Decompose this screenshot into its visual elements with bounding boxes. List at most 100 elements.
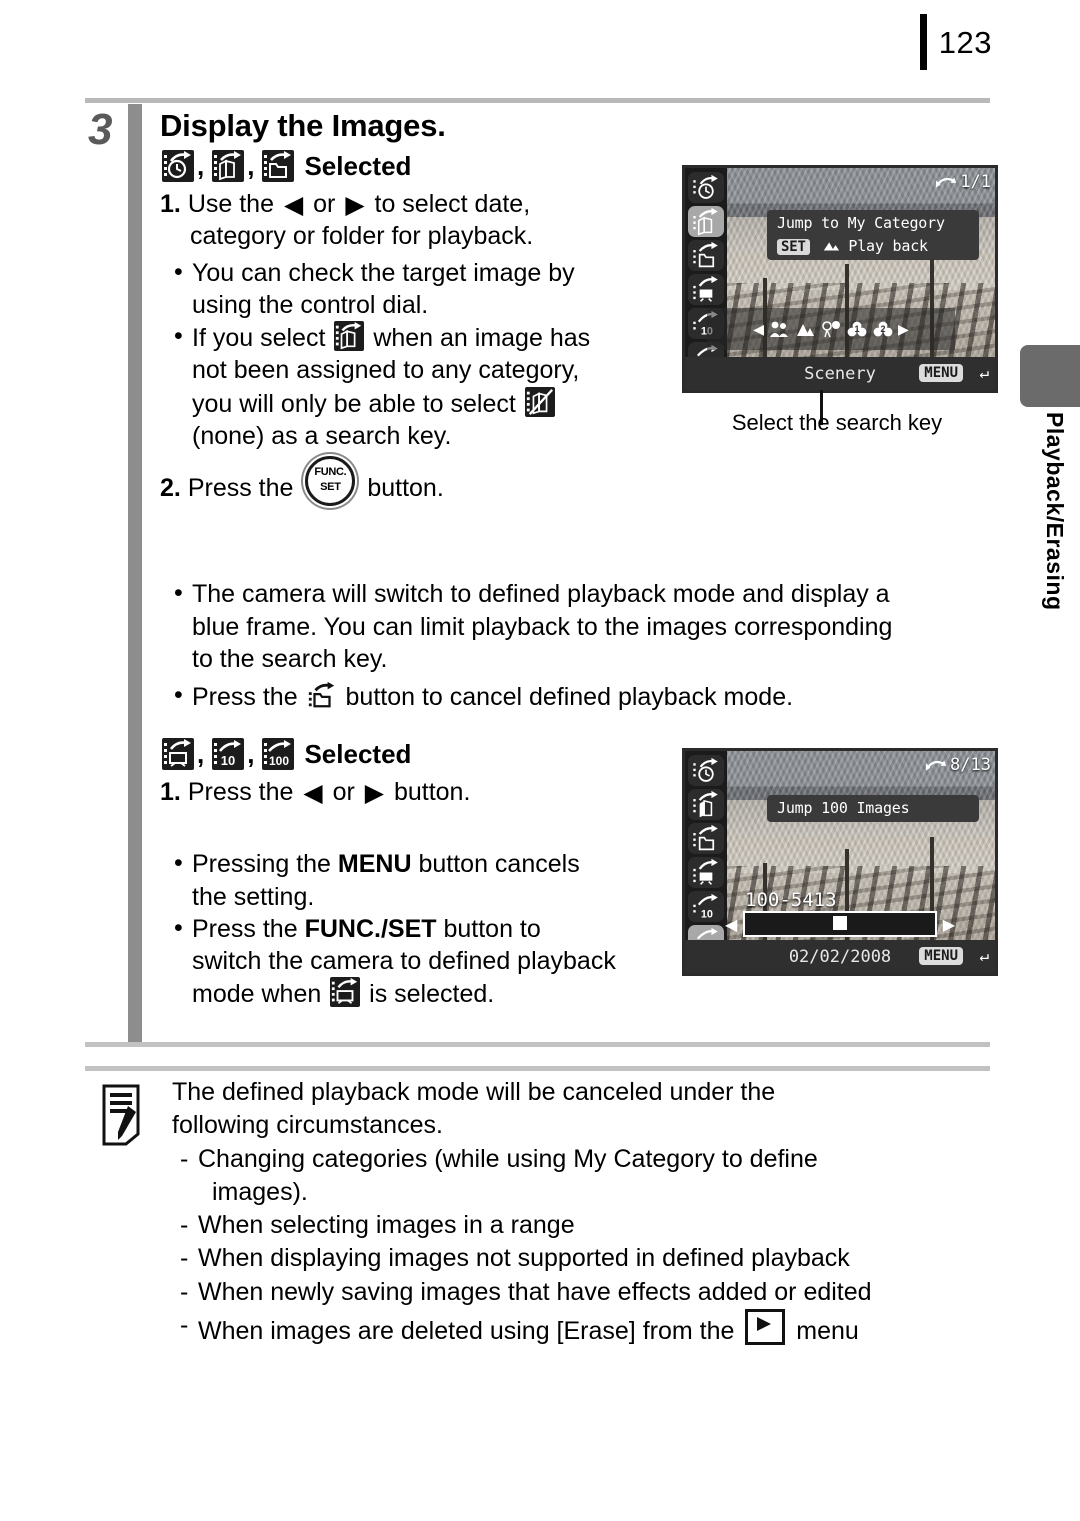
sidebar-jump-category-icon[interactable] <box>688 206 724 237</box>
step1-text-b: to select date, <box>374 190 531 218</box>
lcd-bottom-counter: 8/13 <box>925 755 991 775</box>
lcd-menu-button[interactable]: MENU <box>919 947 963 965</box>
category-prev-arrow[interactable]: ◀ <box>753 321 764 338</box>
lcd-top-caption: Select the search key <box>731 410 943 435</box>
sidebar-jump-date-icon[interactable] <box>688 172 724 203</box>
rotate-icon <box>936 177 957 188</box>
no-category-icon <box>524 386 555 417</box>
step-content: Display the Images. , , Selected 1. Use … <box>160 108 680 508</box>
note-body: The defined playback mode will be cancel… <box>172 1076 1002 1348</box>
note-item-2: When selecting images in a range <box>172 1209 1002 1243</box>
note-item-3: When displaying images not supported in … <box>172 1242 1002 1276</box>
note-item-1-line2: images). <box>212 1177 308 1206</box>
step-accent-bar <box>128 104 142 1044</box>
note-item-5-post: menu <box>796 1316 859 1345</box>
arrow-left-icon: ◀ <box>283 191 304 219</box>
jump-slider[interactable] <box>743 911 937 937</box>
lcd-set-button[interactable]: SET <box>777 239 810 255</box>
arrow-left-icon: ◀ <box>303 779 323 807</box>
header-divider <box>85 98 990 103</box>
jump-slider-knob[interactable] <box>833 916 847 930</box>
lcd-category-strip: ◀ 1 2 ▶ <box>707 308 955 350</box>
scenery-icon <box>823 242 839 251</box>
section-one-heading: , , Selected <box>160 150 680 182</box>
note-item-1: Changing categories (while using My Cate… <box>172 1143 1002 1210</box>
playback-menu-icon <box>745 1308 786 1345</box>
lcd-top-counter: 1/1 <box>935 172 991 192</box>
s2-b2-pre: Press the <box>192 914 298 943</box>
lcd-top-playback-label: Play back <box>848 237 928 255</box>
section-two-bullet-2: Press the FUNC./SET button to switch the… <box>160 912 680 1011</box>
sidebar-jump-movie-icon[interactable] <box>688 857 724 888</box>
jump-movie-icon <box>330 977 361 1008</box>
bullet1-line1: You can check the target image by <box>192 258 575 287</box>
category-1-icon[interactable]: 1 <box>846 318 868 340</box>
wide-bullet2-post: button to cancel defined playback mode. <box>345 682 794 711</box>
return-icon: ↵ <box>979 363 989 382</box>
svg-text:1: 1 <box>854 324 859 334</box>
note-divider-bottom <box>85 1066 990 1071</box>
lcd-file-number: 100-5413 <box>745 889 837 911</box>
step1-or: or <box>313 190 336 218</box>
step-number: 3 <box>88 105 113 154</box>
s2-b2-line3: mode when is selected. <box>192 977 680 1010</box>
category-2-icon[interactable]: 2 <box>872 318 894 340</box>
step1-number: 1. <box>160 190 181 218</box>
wide-bullet1-line3: to the search key. <box>192 645 388 673</box>
sidebar-jump-folder-icon[interactable] <box>688 823 724 854</box>
svg-text:10: 10 <box>701 908 713 920</box>
note-item-4: When newly saving images that have effec… <box>172 1276 1002 1310</box>
wide-bullet1-line1: The camera will switch to defined playba… <box>192 580 890 608</box>
sidebar-jump-movie-icon[interactable] <box>688 274 724 305</box>
lcd-top-tip: Jump to My Category SET Play back <box>767 210 979 260</box>
s2-b1-post: button cancels <box>418 850 580 879</box>
lcd-screenshot-bottom: 10 100 8/13 Jump 100 Images 100-5413 ◀ ▶ <box>682 748 998 976</box>
heading-comma-2: , <box>247 150 255 181</box>
s2-step1-post: button. <box>393 778 471 806</box>
lcd-bottom-date: 02/02/2008 <box>788 946 892 967</box>
func-set-top-label: FUNC. <box>314 466 347 478</box>
lcd-top-selected-category: Scenery <box>804 363 876 384</box>
heading2-comma-2: , <box>247 738 255 769</box>
heading2-comma-1: , <box>197 738 205 769</box>
page-number-rule <box>919 14 927 70</box>
wide-bullet1-line2: blue frame. You can limit playback to th… <box>192 612 893 641</box>
people-icon[interactable] <box>768 318 790 340</box>
bullet2-pre: If you select <box>192 324 326 352</box>
sidebar-jump-date-icon[interactable] <box>688 755 724 786</box>
note-intro-line2: following circumstances. <box>172 1111 443 1140</box>
wide-bullet-2: Press the button to cancel defined playb… <box>160 679 990 714</box>
category-next-arrow[interactable]: ▶ <box>898 321 909 338</box>
s2-b1-bold: MENU <box>337 850 412 879</box>
bullet2-line3-text: you will only be able to select <box>192 389 516 418</box>
page-title: Display the Images. <box>160 108 446 143</box>
heading-comma-1: , <box>197 150 205 181</box>
jump-folder-icon <box>262 150 295 182</box>
jump-folder-icon <box>307 680 337 710</box>
step1-line2: category or folder for playback. <box>190 222 534 251</box>
sidebar-jump-category-icon[interactable] <box>688 789 724 820</box>
section-two-content: , 10 , 100 Selected 1. Press the ◀ or ▶ … <box>160 738 680 1011</box>
page-header: 123 <box>919 14 992 70</box>
note-pencil-icon <box>102 1084 150 1146</box>
lcd-menu-button[interactable]: MENU <box>919 364 963 382</box>
scenery-icon[interactable] <box>794 318 816 340</box>
events-icon[interactable] <box>820 318 842 340</box>
jump-movie-icon <box>162 738 194 770</box>
s2-b2-line3-a: mode when <box>192 980 322 1009</box>
section-one-bullet-1: You can check the target image by using … <box>160 256 680 322</box>
section-one-step-1: 1. Use the ◀ or ▶ to select date, catego… <box>160 188 680 253</box>
jump-category-icon <box>212 150 245 182</box>
lcd-bottom-bottombar: 02/02/2008 MENU ↵ <box>685 940 995 973</box>
wide-bullet2-pre: Press the <box>192 682 298 711</box>
bullet2-line3: you will only be able to select <box>192 386 680 420</box>
step2-pre: Press the <box>187 474 294 502</box>
s2-b2-post: button to <box>443 914 541 943</box>
s2-b1-pre: Pressing the <box>192 850 331 879</box>
sidebar-jump-10-icon[interactable]: 10 <box>688 891 724 922</box>
s2-step1-number: 1. <box>160 778 181 806</box>
slider-next-arrow[interactable]: ▶ <box>943 915 955 935</box>
svg-text:100: 100 <box>269 754 289 768</box>
sidebar-jump-folder-icon[interactable] <box>688 240 724 271</box>
slider-prev-arrow[interactable]: ◀ <box>725 915 737 935</box>
